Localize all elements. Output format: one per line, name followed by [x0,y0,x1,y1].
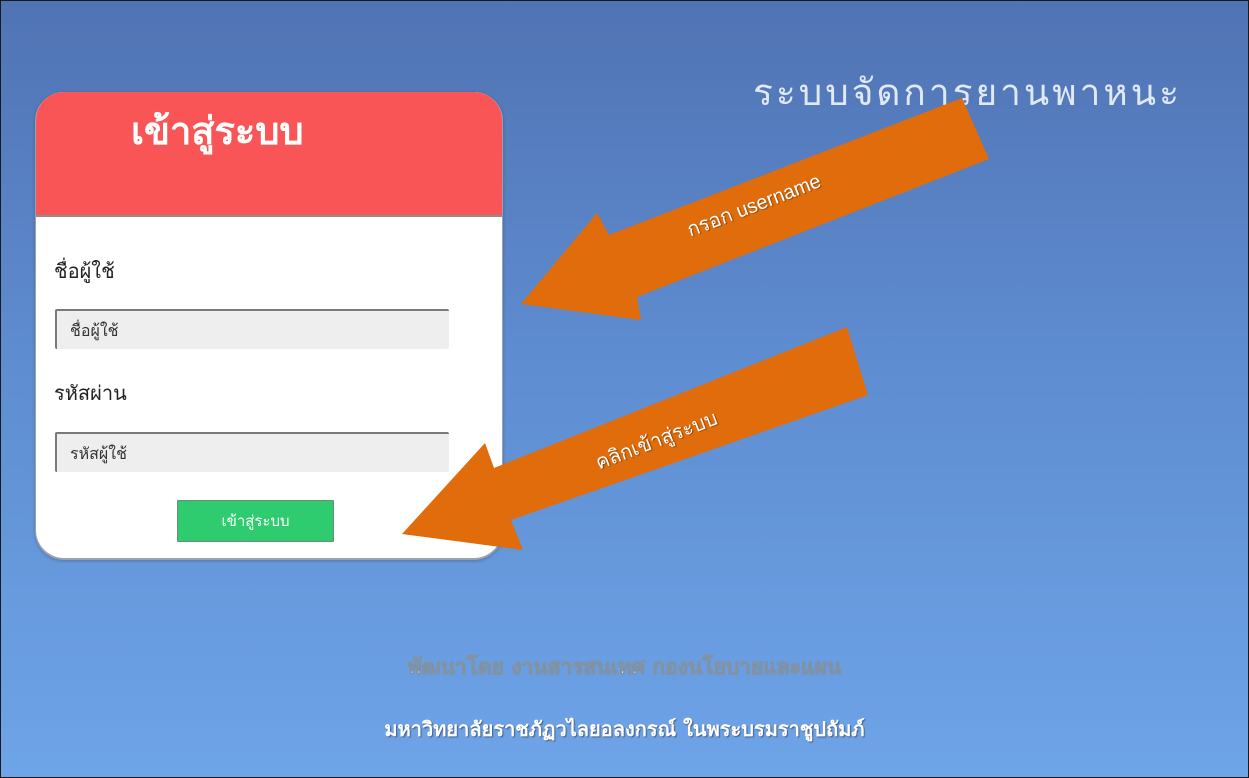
developer-credit: พัฒนาโดย งานสารสนเทศ กองนโยบายและแผน [407,655,842,680]
university-name: มหาวิทยาลัยราชภัฏวไลยอลงกรณ์ ในพระบรมราช… [384,717,865,741]
page-background: ระบบจัดการยานพาหนะ เข้าสู่ระบบ ชื่อผู้ใช… [0,0,1249,778]
